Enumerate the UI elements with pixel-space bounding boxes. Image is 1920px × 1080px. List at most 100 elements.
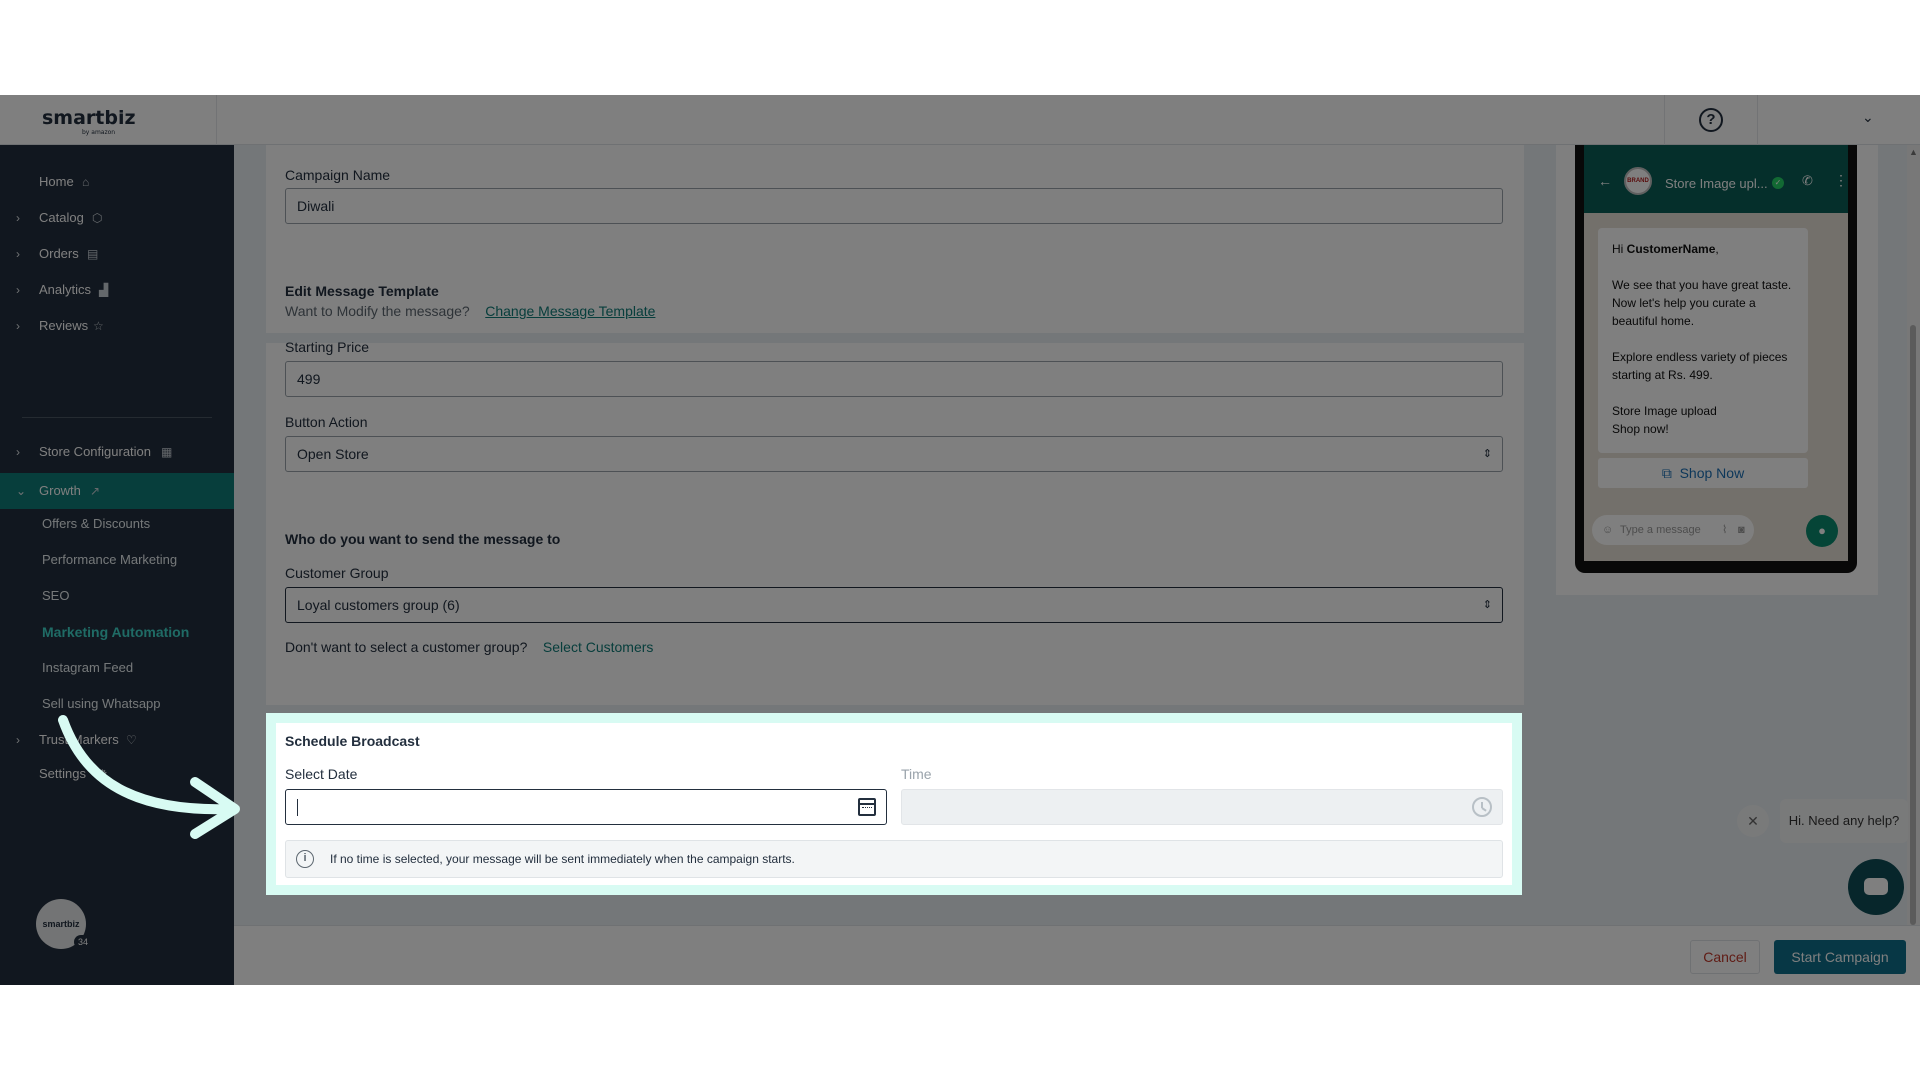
cancel-button[interactable]: Cancel	[1690, 940, 1760, 974]
chevron-right-icon: ›	[16, 445, 20, 459]
schedule-info-text: If no time is selected, your message wil…	[330, 852, 795, 866]
button-action-select[interactable]: Open Store ⇕	[285, 436, 1503, 472]
chevron-down-icon: ⌄	[16, 484, 27, 498]
more-vertical-icon: ⋮	[1834, 172, 1848, 188]
message-line: Shop now!	[1612, 422, 1669, 436]
star-icon: ☆	[93, 319, 104, 333]
starting-price-input[interactable]: 499	[285, 361, 1503, 397]
sidebar-item-label: Growth	[39, 483, 81, 498]
chevron-right-icon: ›	[16, 733, 20, 747]
sidebar-item-catalog[interactable]: › Catalog ⬡	[0, 203, 234, 233]
bar-chart-icon: ▟	[99, 283, 109, 297]
sidebar-item-home[interactable]: Home ⌂	[0, 167, 234, 197]
sidebar-item-label: Catalog	[39, 210, 84, 225]
campaign-name-value: Diwali	[297, 198, 335, 214]
chevron-right-icon: ›	[16, 211, 20, 225]
sidebar-subitem-seo[interactable]: SEO	[42, 581, 69, 611]
sidebar-subitem-marketing-automation[interactable]: Marketing Automation	[42, 617, 189, 647]
logo-subtext: by amazon	[82, 129, 116, 136]
app-window: smartbiz by amazon ? ⌄ Home ⌂ › Catalog …	[0, 95, 1920, 985]
chat-launcher-button[interactable]	[1848, 859, 1904, 915]
message-paragraph: Explore endless variety of pieces starti…	[1612, 350, 1788, 382]
customer-group-select[interactable]: Loyal customers group (6) ⇕	[285, 587, 1503, 623]
chevron-down-icon[interactable]: ⌄	[1862, 109, 1874, 126]
header-divider	[216, 95, 217, 145]
attachment-icon: ⌇	[1722, 524, 1728, 536]
select-arrows-icon: ⇕	[1482, 599, 1492, 611]
header-divider	[1664, 95, 1665, 145]
starting-price-value: 499	[297, 371, 321, 387]
sidebar-item-reviews[interactable]: › Reviews ☆	[0, 311, 234, 341]
verified-icon: ✓	[1772, 177, 1784, 189]
pointer-arrow-icon	[58, 715, 240, 839]
shop-now-button: ⧉ Shop Now	[1598, 458, 1808, 488]
select-date-label: Select Date	[285, 766, 358, 782]
camera-icon: ◙	[1738, 524, 1745, 536]
sidebar-item-label: Orders	[39, 246, 79, 261]
message-paragraph: We see that you have great taste. Now le…	[1612, 278, 1792, 328]
sidebar-subitem-instagram-feed[interactable]: Instagram Feed	[42, 653, 133, 683]
shop-now-label: Shop Now	[1679, 465, 1745, 481]
help-icon[interactable]: ?	[1699, 108, 1723, 132]
scrollbar-thumb[interactable]	[1910, 325, 1916, 925]
chevron-right-icon: ›	[16, 283, 20, 297]
top-header: smartbiz by amazon ? ⌄	[0, 95, 1920, 145]
select-customers-link[interactable]: Select Customers	[543, 639, 653, 655]
chevron-right-icon: ›	[16, 319, 20, 333]
external-link-icon: ⧉	[1661, 465, 1672, 481]
action-footer	[234, 925, 1920, 985]
starting-price-label: Starting Price	[285, 339, 370, 355]
change-template-link[interactable]: Change Message Template	[485, 303, 655, 319]
sidebar-subitem-offers[interactable]: Offers & Discounts	[42, 509, 150, 539]
sidebar-item-analytics[interactable]: › Analytics ▟	[0, 275, 234, 305]
calendar-icon[interactable]	[858, 798, 876, 816]
sidebar-item-label: Store Configuration	[39, 444, 152, 459]
schedule-info-box: i If no time is selected, your message w…	[285, 840, 1503, 878]
store-icon: ▦	[161, 445, 173, 459]
sidebar: Home ⌂ › Catalog ⬡ › Orders ▤ › Analytic…	[0, 145, 234, 985]
smartbiz-logo[interactable]: smartbiz by amazon	[42, 107, 136, 136]
message-bubble: Hi CustomerName, We see that you have gr…	[1598, 228, 1808, 453]
message-input-preview: ☺ Type a message ⌇ ◙	[1592, 515, 1754, 545]
sidebar-item-growth[interactable]: ⌄ Growth ↗	[0, 473, 234, 509]
recipients-title: Who do you want to send the message to	[285, 531, 561, 547]
sidebar-item-store-configuration[interactable]: › Store Configuration ▦	[0, 437, 234, 467]
sidebar-item-orders[interactable]: › Orders ▤	[0, 239, 234, 269]
chevron-right-icon: ›	[16, 247, 20, 261]
emoji-icon: ☺	[1602, 524, 1614, 536]
greeting-prefix: Hi	[1612, 242, 1627, 256]
sidebar-item-label: Home	[39, 174, 74, 189]
clock-icon[interactable]	[1472, 797, 1492, 817]
store-name: Store Image upl...	[1665, 176, 1768, 191]
sidebar-subitem-performance-marketing[interactable]: Performance Marketing	[42, 545, 177, 575]
select-date-input[interactable]	[285, 789, 887, 825]
modify-prompt: Want to Modify the message? Change Messa…	[285, 303, 655, 319]
greeting-line: Hi CustomerName,	[1612, 240, 1794, 258]
time-input[interactable]	[901, 789, 1503, 825]
sidebar-item-label: Reviews	[39, 318, 89, 333]
logo-text: smartbiz	[42, 107, 136, 129]
campaign-name-input[interactable]: Diwali	[285, 188, 1503, 224]
scroll-up-icon[interactable]: ▲	[1907, 147, 1920, 159]
close-icon[interactable]: ✕	[1737, 805, 1769, 837]
home-icon: ⌂	[82, 175, 90, 189]
store-avatar: BRAND	[1624, 167, 1652, 195]
sidebar-divider	[22, 417, 212, 418]
message-line: Store Image upload	[1612, 404, 1717, 418]
customer-name: CustomerName	[1626, 242, 1716, 256]
microphone-icon: ●	[1806, 515, 1838, 547]
start-campaign-button[interactable]: Start Campaign	[1774, 940, 1906, 974]
campaign-name-label: Campaign Name	[285, 167, 391, 183]
greeting-suffix: ,	[1715, 242, 1719, 256]
info-icon: i	[296, 850, 314, 868]
trending-up-icon: ↗	[90, 484, 101, 498]
phone-icon: ✆	[1802, 173, 1813, 188]
back-arrow-icon: ←	[1598, 173, 1612, 189]
no-group-prompt: Don't want to select a customer group? S…	[285, 639, 653, 655]
help-message[interactable]: Hi. Need any help?	[1780, 799, 1908, 843]
header-divider	[1757, 95, 1758, 145]
clipboard-icon: ▤	[87, 247, 99, 261]
text-caret	[297, 799, 298, 816]
notification-badge: 34	[74, 935, 92, 949]
no-group-prompt-text: Don't want to select a customer group?	[285, 639, 528, 655]
